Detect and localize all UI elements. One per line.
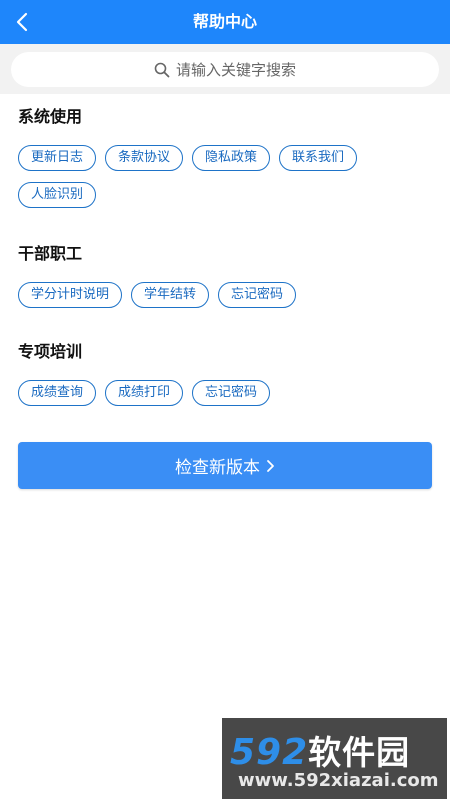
- tag-contact-us[interactable]: 联系我们: [279, 145, 358, 171]
- watermark-url: www.592xiazai.com: [238, 770, 439, 791]
- tag-group-system-use: 更新日志 条款协议 隐私政策 联系我们 人脸识别: [18, 145, 438, 208]
- tag-score-print[interactable]: 成绩打印: [105, 380, 184, 406]
- section-title-special-training: 专项培训: [18, 342, 83, 361]
- tag-terms-agreement[interactable]: 条款协议: [105, 145, 184, 171]
- chevron-right-icon: [267, 459, 274, 472]
- section-title-cadre-staff: 干部职工: [18, 244, 83, 263]
- tag-privacy-policy[interactable]: 隐私政策: [192, 145, 271, 171]
- tag-forgot-password-training[interactable]: 忘记密码: [192, 380, 271, 406]
- search-placeholder: 请输入关键字搜索: [175, 61, 296, 79]
- top-navigation-bar: 帮助中心: [0, 0, 450, 44]
- search-icon: [154, 62, 170, 77]
- watermark: 592软件园 www.592xiazai.com: [222, 718, 447, 799]
- tag-face-recognition[interactable]: 人脸识别: [18, 182, 97, 208]
- tag-forgot-password[interactable]: 忘记密码: [218, 282, 297, 308]
- page-title: 帮助中心: [192, 12, 257, 31]
- check-new-version-label: 检查新版本: [175, 458, 260, 478]
- tag-update-log[interactable]: 更新日志: [18, 145, 97, 171]
- watermark-logo: 592软件园: [230, 732, 411, 773]
- tag-year-carryover[interactable]: 学年结转: [131, 282, 210, 308]
- tag-group-cadre-staff: 学分计时说明 学年结转 忘记密码: [18, 282, 438, 308]
- search-bar-container: 请输入关键字搜索: [0, 44, 450, 94]
- check-new-version-button[interactable]: 检查新版本: [18, 442, 432, 489]
- search-input[interactable]: 请输入关键字搜索: [11, 52, 439, 87]
- tag-score-query[interactable]: 成绩查询: [18, 380, 97, 406]
- tag-credit-timing-guide[interactable]: 学分计时说明: [18, 282, 123, 308]
- tag-group-special-training: 成绩查询 成绩打印 忘记密码: [18, 380, 438, 406]
- section-title-system-use: 系统使用: [18, 107, 83, 126]
